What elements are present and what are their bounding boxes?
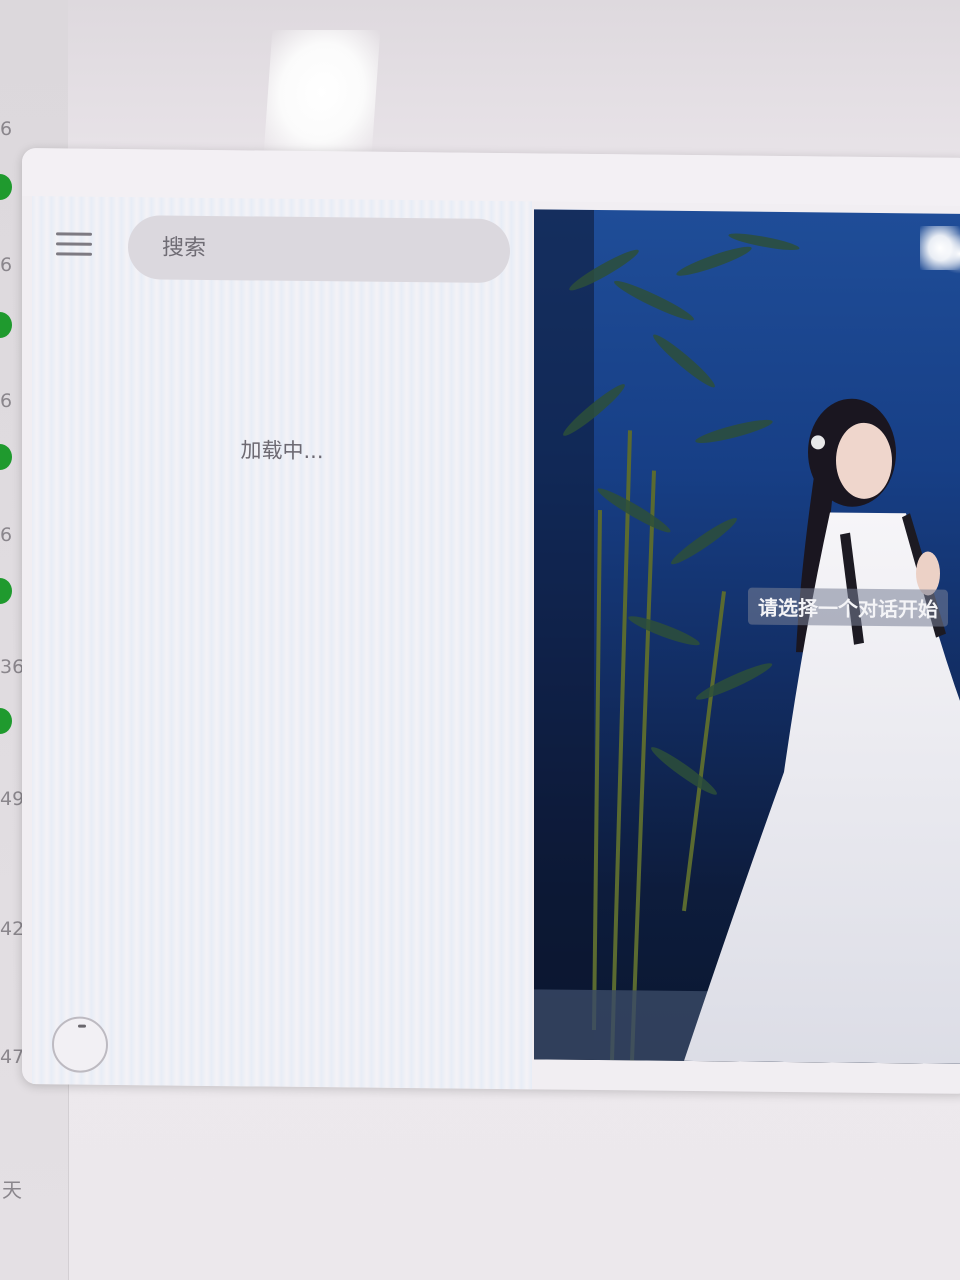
- menu-bar: [56, 242, 92, 246]
- chat-list-panel: 加载中...: [32, 196, 532, 1090]
- background-number: 42: [0, 918, 25, 940]
- bamboo-leaves: [563, 233, 800, 795]
- menu-bar: [56, 232, 92, 236]
- search-input[interactable]: [160, 233, 484, 265]
- screen-glare: [263, 30, 381, 154]
- search-box[interactable]: [128, 215, 510, 284]
- background-number: 47: [0, 1046, 25, 1068]
- background-number: 6: [0, 390, 13, 412]
- chat-wallpaper: [534, 209, 960, 1064]
- background-number: 49: [0, 788, 25, 810]
- avatar-mark: [78, 1024, 86, 1028]
- foliage-shadow: [534, 209, 594, 1060]
- chat-area: 请选择一个对话开始: [534, 209, 960, 1064]
- hamburger-menu-icon[interactable]: [56, 230, 92, 258]
- background-top-area: [68, 0, 960, 160]
- menu-bar: [56, 252, 92, 256]
- empty-state-text: 请选择一个对话开始: [748, 587, 948, 627]
- background-label: 天: [2, 1178, 22, 1202]
- background-number: 6: [0, 118, 13, 140]
- ground: [534, 989, 714, 1062]
- background-number: 6: [0, 254, 13, 276]
- background-number: 36: [0, 656, 25, 678]
- loading-indicator-text: 加载中...: [240, 438, 324, 464]
- app-window: 加载中...: [22, 148, 960, 1094]
- background-number: 6: [0, 524, 13, 546]
- figure-face: [836, 422, 892, 499]
- screen-glare: [920, 226, 960, 270]
- avatar-icon[interactable]: [52, 1016, 108, 1073]
